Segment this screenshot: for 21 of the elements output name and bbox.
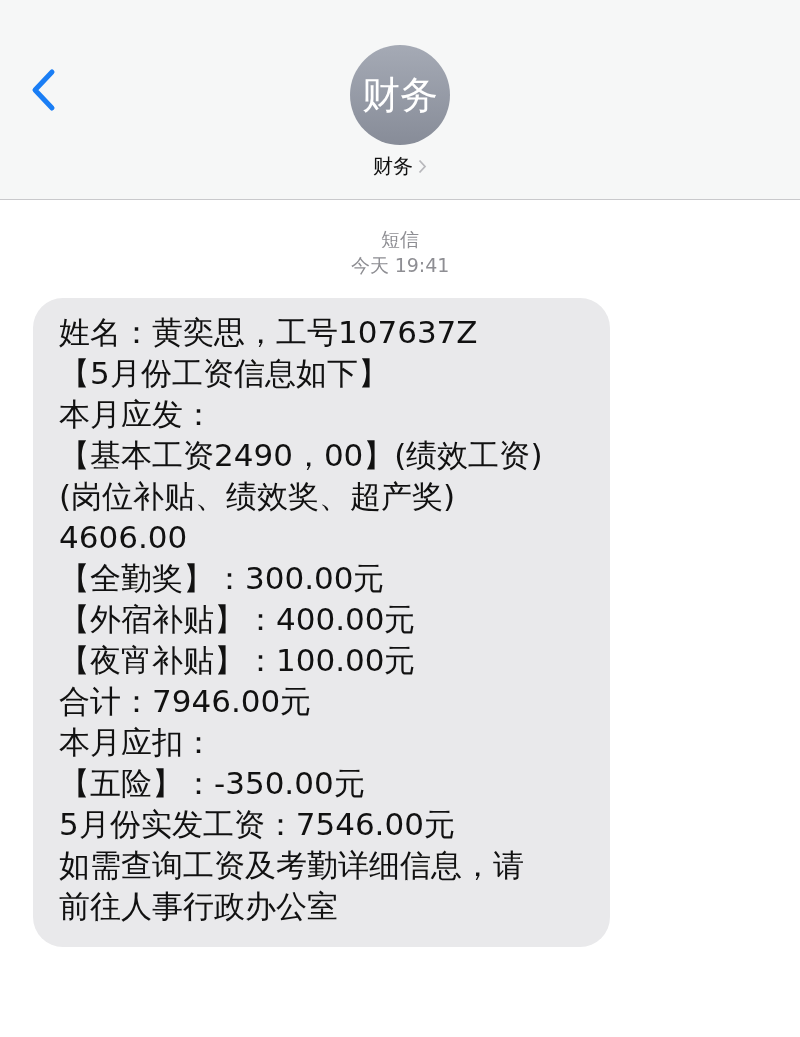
message-line: 姓名：黄奕思，工号107637Z [59, 313, 479, 352]
chevron-right-icon [418, 159, 427, 174]
message-line: 本月应发： [59, 395, 215, 434]
message-line: 【外宿补贴】：400.00元 [59, 600, 417, 639]
timestamp: 今天 19:41 [350, 253, 450, 278]
back-button[interactable] [30, 68, 56, 112]
message-line: 【基本工资2490，00】(绩效工资) [59, 436, 544, 475]
back-chevron-icon [30, 68, 56, 112]
message-line: 5月份实发工资：7546.00元 [59, 805, 456, 844]
message-line: (岗位补贴、绩效奖、超产奖) [59, 477, 457, 516]
message-line: 前往人事行政办公室 [59, 887, 339, 926]
contact-name-link[interactable]: 财务 [373, 153, 427, 180]
message-line: 本月应扣： [59, 723, 215, 762]
message-line: 【五险】：-350.00元 [59, 764, 366, 803]
service-label: 短信 [381, 227, 419, 252]
message-line: 如需查询工资及考勤详细信息，请 [59, 846, 525, 885]
message-line: 【夜宵补贴】：100.00元 [59, 641, 417, 680]
message-line: 4606.00 [59, 518, 189, 557]
message-line: 【5月份工资信息如下】 [59, 354, 390, 393]
message-line: 【全勤奖】：300.00元 [59, 559, 386, 598]
message-line: 合计：7946.00元 [59, 682, 313, 721]
